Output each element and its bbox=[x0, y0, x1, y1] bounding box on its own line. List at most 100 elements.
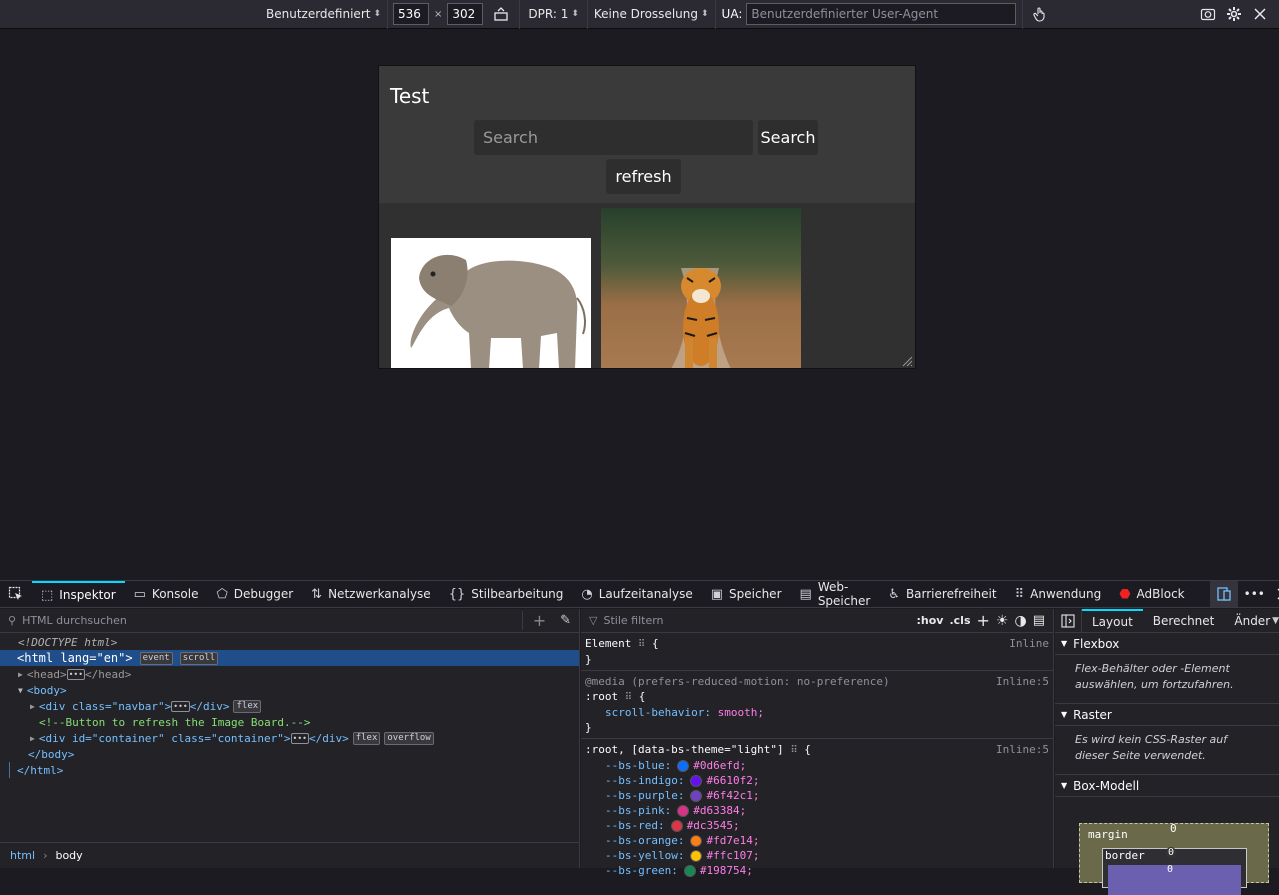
css-variable-declaration[interactable]: --bs-red: #dc3545; bbox=[585, 818, 1049, 833]
tiger-image[interactable] bbox=[601, 208, 801, 368]
container-node[interactable]: ▶ <div id="container" class="container">… bbox=[0, 730, 579, 746]
pick-element-icon[interactable] bbox=[0, 581, 32, 607]
more-options-icon[interactable]: ••• bbox=[1238, 581, 1271, 607]
refresh-button[interactable]: refresh bbox=[606, 159, 681, 194]
dark-scheme-icon[interactable]: ◑ bbox=[1014, 613, 1026, 629]
search-button[interactable]: Search bbox=[758, 120, 818, 155]
tab-inspector[interactable]: ⬚ Inspektor bbox=[32, 581, 125, 607]
tab-debugger[interactable]: ⬠ Debugger bbox=[207, 581, 302, 607]
color-swatch-icon[interactable] bbox=[683, 865, 696, 877]
ua-input[interactable]: Benutzerdefinierter User-Agent bbox=[746, 3, 1017, 25]
screenshot-icon[interactable] bbox=[1195, 1, 1221, 27]
breadcrumb-item[interactable]: html bbox=[10, 849, 35, 862]
throttle-selector[interactable]: Keine Drosselung ⬍ bbox=[588, 7, 715, 21]
color-swatch-icon[interactable] bbox=[690, 775, 703, 787]
color-swatch-icon[interactable] bbox=[690, 835, 703, 847]
expand-arrow-icon[interactable]: ▶ bbox=[30, 702, 35, 711]
color-swatch-icon[interactable] bbox=[677, 805, 690, 817]
css-variable-declaration[interactable]: --bs-green: #198754; bbox=[585, 863, 1049, 878]
collapse-arrow-icon[interactable]: ▼ bbox=[18, 686, 23, 695]
breadcrumb-item[interactable]: body bbox=[55, 849, 82, 862]
collapsed-dots-icon[interactable]: ••• bbox=[290, 732, 309, 744]
html-node[interactable]: <html lang="en"> event scroll bbox=[0, 650, 579, 666]
close-devtools-icon[interactable] bbox=[1271, 581, 1279, 607]
rule-source[interactable]: Inline bbox=[1009, 636, 1049, 652]
body-node[interactable]: ▼ <body> bbox=[0, 682, 579, 698]
print-media-icon[interactable]: ▤ bbox=[1033, 613, 1045, 628]
toggle-sidebar-icon[interactable] bbox=[1055, 609, 1082, 632]
search-input[interactable]: Search bbox=[474, 120, 753, 155]
html-close-node[interactable]: </html> bbox=[9, 762, 579, 778]
tab-application[interactable]: ⠿ Anwendung bbox=[1006, 581, 1111, 607]
box-model-border[interactable]: border 0 0 bbox=[1102, 847, 1247, 895]
color-swatch-icon[interactable] bbox=[677, 760, 690, 772]
navbar-node[interactable]: ▶ <div class="navbar"> ••• </div> flex bbox=[0, 698, 579, 714]
rule-source[interactable]: Inline:5 bbox=[996, 674, 1049, 689]
adblock-icon: ⬣ bbox=[1119, 586, 1131, 602]
color-swatch-icon[interactable] bbox=[670, 820, 683, 832]
expand-arrow-icon[interactable]: ▶ bbox=[30, 734, 35, 743]
add-node-icon[interactable]: + bbox=[521, 611, 546, 630]
css-variable-declaration[interactable]: --bs-orange: #fd7e14; bbox=[585, 833, 1049, 848]
tab-memory[interactable]: ▣ Speicher bbox=[702, 581, 791, 607]
cls-toggle[interactable]: .cls bbox=[949, 614, 970, 627]
close-icon[interactable] bbox=[1247, 1, 1273, 27]
touch-simulation-icon[interactable] bbox=[1027, 1, 1053, 27]
tab-network[interactable]: ⇅ Netzwerkanalyse bbox=[302, 581, 440, 607]
box-model-section-header[interactable]: ▼ Box-Modell bbox=[1055, 775, 1279, 797]
declaration[interactable]: scroll-behavior: smooth; bbox=[585, 705, 1049, 720]
styles-filter-input[interactable]: Stile filtern bbox=[603, 614, 910, 627]
css-variable-declaration[interactable]: --bs-yellow: #ffc107; bbox=[585, 848, 1049, 863]
collapsed-dots-icon[interactable]: ••• bbox=[171, 700, 190, 712]
responsive-design-icon[interactable] bbox=[1209, 581, 1238, 607]
grid-section-header[interactable]: ▼ Raster bbox=[1055, 704, 1279, 726]
resize-handle-icon[interactable] bbox=[901, 355, 913, 367]
head-node[interactable]: ▶ <head> ••• </head> bbox=[0, 666, 579, 682]
scroll-badge[interactable]: scroll bbox=[179, 651, 219, 665]
dropdown-arrow-icon[interactable]: ▼ bbox=[1272, 616, 1279, 626]
tab-changes[interactable]: Änder bbox=[1224, 609, 1272, 632]
body-close-node[interactable]: </body> bbox=[0, 746, 579, 762]
tab-adblock[interactable]: ⬣ AdBlock bbox=[1110, 581, 1193, 607]
collapsed-dots-icon[interactable]: ••• bbox=[66, 668, 86, 680]
box-model-padding[interactable]: 0 bbox=[1108, 864, 1241, 895]
overflow-badge[interactable]: overflow bbox=[384, 731, 434, 745]
rule-source[interactable]: Inline:5 bbox=[996, 742, 1049, 758]
tab-style-editor[interactable]: {} Stilbearbeitung bbox=[440, 581, 573, 607]
color-swatch-icon[interactable] bbox=[690, 850, 703, 862]
flex-badge[interactable]: flex bbox=[352, 731, 381, 745]
doctype-node[interactable]: <!DOCTYPE html> bbox=[0, 634, 579, 650]
css-variable-declaration[interactable]: --bs-indigo: #6610f2; bbox=[585, 773, 1049, 788]
width-input[interactable]: 536 bbox=[393, 3, 430, 25]
tab-console[interactable]: ▭ Konsole bbox=[125, 581, 208, 607]
css-variable-declaration[interactable]: --bs-blue: #0d6efd; bbox=[585, 758, 1049, 773]
add-rule-icon[interactable]: + bbox=[977, 611, 990, 630]
box-model-margin[interactable]: margin 0 border 0 0 bbox=[1079, 822, 1269, 895]
event-badge[interactable]: event bbox=[139, 651, 173, 665]
css-variable-declaration[interactable]: --bs-pink: #d63384; bbox=[585, 803, 1049, 818]
elephant-image[interactable] bbox=[391, 238, 591, 368]
height-input[interactable]: 302 bbox=[447, 3, 484, 25]
padding-value[interactable]: 0 bbox=[1167, 864, 1173, 875]
flex-badge[interactable]: flex bbox=[233, 699, 262, 713]
hov-toggle[interactable]: :hov bbox=[917, 614, 944, 627]
tab-computed[interactable]: Berechnet bbox=[1143, 609, 1225, 632]
html-search-input[interactable]: HTML durchsuchen bbox=[22, 614, 516, 627]
settings-gear-icon[interactable] bbox=[1221, 1, 1247, 27]
dpr-selector[interactable]: DPR: 1 ⬍ bbox=[520, 7, 586, 21]
tab-performance[interactable]: ◔ Laufzeitanalyse bbox=[572, 581, 701, 607]
css-variable-declaration[interactable]: --bs-purple: #6f42c1; bbox=[585, 788, 1049, 803]
comment-node[interactable]: <!--Button to refresh the Image Board.--… bbox=[0, 714, 579, 730]
border-value[interactable]: 0 bbox=[1166, 847, 1177, 858]
eyedropper-icon[interactable]: ✎ bbox=[560, 613, 571, 628]
color-swatch-icon[interactable] bbox=[690, 790, 703, 802]
tab-layout[interactable]: Layout bbox=[1082, 609, 1143, 632]
expand-arrow-icon[interactable]: ▶ bbox=[18, 670, 23, 679]
light-scheme-icon[interactable]: ☀ bbox=[996, 613, 1009, 629]
flexbox-section-header[interactable]: ▼ Flexbox bbox=[1055, 633, 1279, 655]
device-selector[interactable]: Benutzerdefiniert ⬍ bbox=[260, 7, 387, 21]
tab-accessibility[interactable]: ♿ Barrierefreiheit bbox=[879, 581, 1005, 607]
rotate-icon[interactable] bbox=[488, 1, 514, 27]
tab-storage[interactable]: ▤ Web-Speicher bbox=[791, 580, 880, 608]
margin-value[interactable]: 0 bbox=[1170, 822, 1177, 835]
